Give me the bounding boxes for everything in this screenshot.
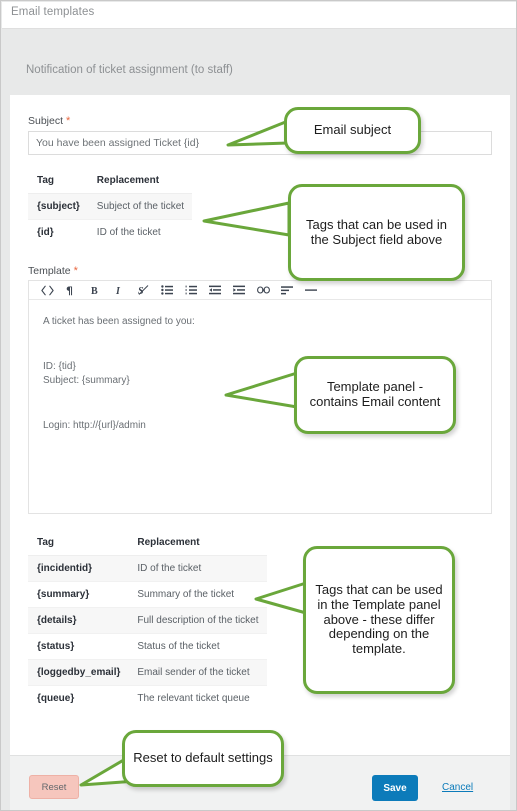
- editor-line-1: A ticket has been assigned to you:: [43, 316, 195, 327]
- table-header-row: Tag Replacement: [28, 168, 193, 194]
- bold-icon[interactable]: B: [83, 282, 107, 299]
- template-required-mark: *: [73, 265, 78, 277]
- window-titlebar: Email templates: [2, 2, 516, 29]
- callout-template-tags: Tags that can be used in the Template pa…: [303, 546, 455, 694]
- cell-tag: {details}: [28, 607, 129, 634]
- table-row: {summary} Summary of the ticket: [28, 581, 267, 608]
- table-row: {details} Full description of the ticket: [28, 607, 267, 634]
- callout-tail-subject-tags: [202, 201, 291, 237]
- callout-subject-tags: Tags that can be used in the Subject fie…: [288, 184, 465, 281]
- italic-icon[interactable]: I: [107, 282, 131, 299]
- cell-replacement: ID of the ticket: [128, 555, 267, 582]
- pilcrow-icon[interactable]: ¶: [59, 282, 83, 299]
- subject-required-mark: *: [66, 115, 71, 127]
- cell-replacement: ID of the ticket: [87, 219, 193, 245]
- cell-tag: {loggedby_email}: [28, 659, 129, 686]
- svg-text:I: I: [115, 286, 121, 296]
- callout-tail-template: [224, 371, 299, 409]
- template-tags-table: Tag Replacement {incidentid} ID of the t…: [28, 530, 267, 711]
- callout-template: Template panel - contains Email content: [294, 356, 456, 434]
- link-icon[interactable]: [251, 282, 275, 299]
- callout-subject: Email subject: [284, 107, 421, 154]
- table-row: {subject} Subject of the ticket: [28, 193, 193, 220]
- column-header-replacement: Replacement: [87, 168, 193, 194]
- template-label: Template *: [28, 265, 78, 277]
- cell-replacement: Email sender of the ticket: [128, 659, 267, 686]
- section-title: Notification of ticket assignment (to st…: [26, 64, 233, 76]
- source-code-icon[interactable]: [35, 282, 59, 299]
- unordered-list-icon[interactable]: [155, 282, 179, 299]
- table-row: {status} Status of the ticket: [28, 633, 267, 660]
- cell-replacement: Summary of the ticket: [128, 581, 267, 608]
- editor-toolbar: ¶ B I S: [29, 281, 491, 300]
- svg-text:B: B: [91, 286, 98, 296]
- cell-tag: {incidentid}: [28, 555, 129, 582]
- subject-label-text: Subject: [28, 115, 64, 127]
- column-header-replacement: Replacement: [128, 530, 267, 556]
- cell-replacement: Full description of the ticket: [128, 607, 267, 634]
- editor-blank-line: [43, 330, 477, 360]
- cell-tag: {id}: [28, 219, 88, 245]
- remove-format-icon[interactable]: S: [131, 282, 155, 299]
- cell-tag: {status}: [28, 633, 129, 660]
- column-header-tag: Tag: [28, 530, 129, 556]
- subject-tags-table: Tag Replacement {subject} Subject of the…: [28, 168, 193, 245]
- indent-icon[interactable]: [227, 282, 251, 299]
- horizontal-rule-icon[interactable]: [299, 282, 323, 299]
- table-row: {id} ID of the ticket: [28, 219, 193, 245]
- cell-tag: {summary}: [28, 581, 129, 608]
- cell-tag: {queue}: [28, 685, 129, 711]
- template-label-text: Template: [28, 265, 71, 277]
- table-row: {queue} The relevant ticket queue: [28, 685, 267, 711]
- cell-replacement: The relevant ticket queue: [128, 685, 267, 711]
- outdent-icon[interactable]: [203, 282, 227, 299]
- cancel-link[interactable]: Cancel: [442, 782, 473, 793]
- ordered-list-icon[interactable]: [179, 282, 203, 299]
- align-left-icon[interactable]: [275, 282, 299, 299]
- cell-tag: {subject}: [28, 193, 88, 220]
- table-row: {loggedby_email} Email sender of the tic…: [28, 659, 267, 686]
- save-button[interactable]: Save: [372, 775, 418, 801]
- email-templates-window: Email templates Notification of ticket a…: [0, 0, 517, 811]
- cell-replacement: Subject of the ticket: [87, 193, 193, 220]
- reset-button[interactable]: Reset: [29, 775, 79, 799]
- table-row: {incidentid} ID of the ticket: [28, 555, 267, 582]
- subject-label: Subject *: [28, 115, 70, 127]
- column-header-tag: Tag: [28, 168, 88, 194]
- callout-reset: Reset to default settings: [122, 730, 284, 787]
- table-header-row: Tag Replacement: [28, 530, 267, 556]
- svg-text:¶: ¶: [66, 285, 73, 297]
- page-title: Email templates: [11, 6, 95, 18]
- cell-replacement: Status of the ticket: [128, 633, 267, 660]
